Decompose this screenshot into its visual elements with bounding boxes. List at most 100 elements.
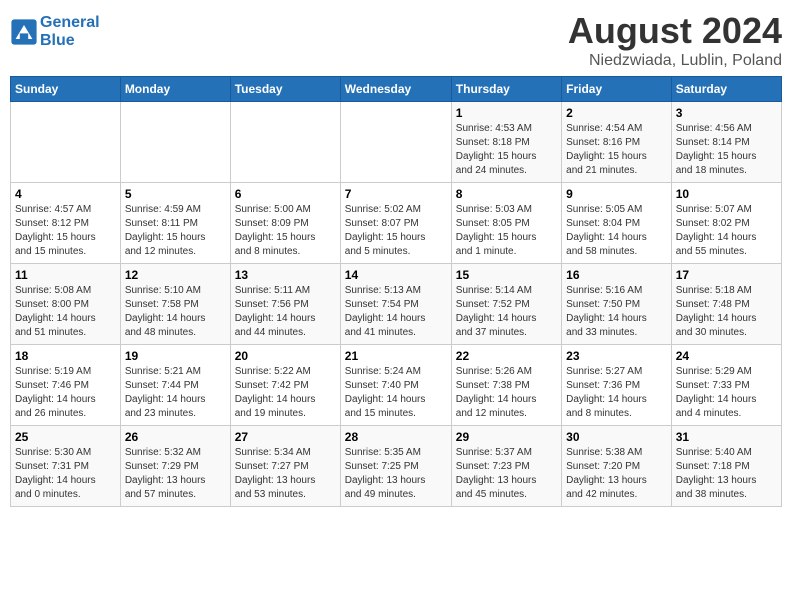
- main-title: August 2024: [568, 10, 782, 52]
- calendar-cell: 25Sunrise: 5:30 AM Sunset: 7:31 PM Dayli…: [11, 426, 121, 507]
- calendar-cell: 10 Sunrise: 5:07 AM Sunset: 8:02 PM Dayli…: [671, 183, 781, 264]
- calendar-cell: 26Sunrise: 5:32 AM Sunset: 7:29 PM Dayli…: [120, 426, 230, 507]
- day-number: 29: [456, 430, 557, 444]
- day-number: 15: [456, 268, 557, 282]
- calendar-cell: 16Sunrise: 5:16 AM Sunset: 7:50 PM Dayli…: [562, 264, 672, 345]
- day-info: Sunrise: 5:10 AM Sunset: 7:58 PM Dayligh…: [125, 284, 226, 340]
- calendar-cell: 30Sunrise: 5:38 AM Sunset: 7:20 PM Dayli…: [562, 426, 672, 507]
- header-day: Wednesday: [340, 77, 451, 102]
- calendar-week-row: 25Sunrise: 5:30 AM Sunset: 7:31 PM Dayli…: [11, 426, 782, 507]
- day-number: 6: [235, 187, 336, 201]
- calendar-cell: 4 Sunrise: 4:57 AM Sunset: 8:12 PM Daylig…: [11, 183, 121, 264]
- day-info: Sunrise: 5:18 AM Sunset: 7:48 PM Dayligh…: [676, 284, 777, 340]
- calendar-cell: 24 Sunrise: 5:29 AM Sunset: 7:33 PM Dayli…: [671, 345, 781, 426]
- day-number: 10: [676, 187, 777, 201]
- logo: General Blue: [10, 14, 100, 49]
- day-info: Sunrise: 5:19 AM Sunset: 7:46 PM Dayligh…: [15, 365, 116, 421]
- calendar-cell: [120, 102, 230, 183]
- day-number: 13: [235, 268, 336, 282]
- day-number: 23: [566, 349, 667, 363]
- day-info: Sunrise: 5:05 AM Sunset: 8:04 PM Dayligh…: [566, 203, 667, 259]
- day-number: 12: [125, 268, 226, 282]
- day-info: Sunrise: 4:54 AM Sunset: 8:16 PM Dayligh…: [566, 122, 667, 178]
- day-info: Sunrise: 5:32 AM Sunset: 7:29 PM Dayligh…: [125, 446, 226, 502]
- header-day: Sunday: [11, 77, 121, 102]
- day-info: Sunrise: 5:40 AM Sunset: 7:18 PM Dayligh…: [676, 446, 777, 502]
- calendar-cell: 17Sunrise: 5:18 AM Sunset: 7:48 PM Dayli…: [671, 264, 781, 345]
- day-number: 2: [566, 106, 667, 120]
- day-info: Sunrise: 5:30 AM Sunset: 7:31 PM Dayligh…: [15, 446, 116, 502]
- day-number: 3: [676, 106, 777, 120]
- day-info: Sunrise: 4:53 AM Sunset: 8:18 PM Dayligh…: [456, 122, 557, 178]
- day-number: 16: [566, 268, 667, 282]
- day-info: Sunrise: 5:14 AM Sunset: 7:52 PM Dayligh…: [456, 284, 557, 340]
- day-info: Sunrise: 4:56 AM Sunset: 8:14 PM Dayligh…: [676, 122, 777, 178]
- day-info: Sunrise: 5:11 AM Sunset: 7:56 PM Dayligh…: [235, 284, 336, 340]
- day-number: 4: [15, 187, 116, 201]
- calendar-table: SundayMondayTuesdayWednesdayThursdayFrid…: [10, 76, 782, 507]
- header-row: SundayMondayTuesdayWednesdayThursdayFrid…: [11, 77, 782, 102]
- day-number: 30: [566, 430, 667, 444]
- day-info: Sunrise: 5:27 AM Sunset: 7:36 PM Dayligh…: [566, 365, 667, 421]
- calendar-cell: 1 Sunrise: 4:53 AM Sunset: 8:18 PM Daylig…: [451, 102, 561, 183]
- calendar-cell: 18Sunrise: 5:19 AM Sunset: 7:46 PM Dayli…: [11, 345, 121, 426]
- calendar-cell: 14 Sunrise: 5:13 AM Sunset: 7:54 PM Dayli…: [340, 264, 451, 345]
- calendar-cell: 19 Sunrise: 5:21 AM Sunset: 7:44 PM Dayli…: [120, 345, 230, 426]
- header-day: Friday: [562, 77, 672, 102]
- day-number: 27: [235, 430, 336, 444]
- day-info: Sunrise: 5:07 AM Sunset: 8:02 PM Dayligh…: [676, 203, 777, 259]
- calendar-cell: [230, 102, 340, 183]
- day-number: 11: [15, 268, 116, 282]
- calendar-week-row: 11 Sunrise: 5:08 AM Sunset: 8:00 PM Dayli…: [11, 264, 782, 345]
- day-info: Sunrise: 5:03 AM Sunset: 8:05 PM Dayligh…: [456, 203, 557, 259]
- calendar-cell: 12 Sunrise: 5:10 AM Sunset: 7:58 PM Dayli…: [120, 264, 230, 345]
- title-area: August 2024 Niedzwiada, Lublin, Poland: [568, 10, 782, 70]
- calendar-cell: 8 Sunrise: 5:03 AM Sunset: 8:05 PM Daylig…: [451, 183, 561, 264]
- calendar-cell: 6 Sunrise: 5:00 AM Sunset: 8:09 PM Daylig…: [230, 183, 340, 264]
- day-info: Sunrise: 5:13 AM Sunset: 7:54 PM Dayligh…: [345, 284, 447, 340]
- calendar-week-row: 4 Sunrise: 4:57 AM Sunset: 8:12 PM Daylig…: [11, 183, 782, 264]
- calendar-cell: 5 Sunrise: 4:59 AM Sunset: 8:11 PM Daylig…: [120, 183, 230, 264]
- day-info: Sunrise: 5:02 AM Sunset: 8:07 PM Dayligh…: [345, 203, 447, 259]
- day-info: Sunrise: 5:37 AM Sunset: 7:23 PM Dayligh…: [456, 446, 557, 502]
- day-number: 9: [566, 187, 667, 201]
- calendar-cell: 15 Sunrise: 5:14 AM Sunset: 7:52 PM Dayli…: [451, 264, 561, 345]
- logo-icon: [10, 18, 38, 46]
- day-info: Sunrise: 5:34 AM Sunset: 7:27 PM Dayligh…: [235, 446, 336, 502]
- day-number: 1: [456, 106, 557, 120]
- header-day: Monday: [120, 77, 230, 102]
- calendar-cell: 21 Sunrise: 5:24 AM Sunset: 7:40 PM Dayli…: [340, 345, 451, 426]
- day-info: Sunrise: 5:24 AM Sunset: 7:40 PM Dayligh…: [345, 365, 447, 421]
- day-info: Sunrise: 5:35 AM Sunset: 7:25 PM Dayligh…: [345, 446, 447, 502]
- day-info: Sunrise: 5:00 AM Sunset: 8:09 PM Dayligh…: [235, 203, 336, 259]
- calendar-cell: 20Sunrise: 5:22 AM Sunset: 7:42 PM Dayli…: [230, 345, 340, 426]
- calendar-week-row: 18Sunrise: 5:19 AM Sunset: 7:46 PM Dayli…: [11, 345, 782, 426]
- calendar-cell: 11 Sunrise: 5:08 AM Sunset: 8:00 PM Dayli…: [11, 264, 121, 345]
- calendar-cell: 23 Sunrise: 5:27 AM Sunset: 7:36 PM Dayli…: [562, 345, 672, 426]
- day-number: 21: [345, 349, 447, 363]
- day-number: 22: [456, 349, 557, 363]
- day-number: 19: [125, 349, 226, 363]
- page-header: General Blue August 2024 Niedzwiada, Lub…: [10, 10, 782, 70]
- day-info: Sunrise: 5:29 AM Sunset: 7:33 PM Dayligh…: [676, 365, 777, 421]
- day-number: 24: [676, 349, 777, 363]
- day-number: 20: [235, 349, 336, 363]
- logo-line1: General: [40, 14, 100, 31]
- calendar-cell: 2 Sunrise: 4:54 AM Sunset: 8:16 PM Daylig…: [562, 102, 672, 183]
- day-info: Sunrise: 4:59 AM Sunset: 8:11 PM Dayligh…: [125, 203, 226, 259]
- day-number: 7: [345, 187, 447, 201]
- calendar-cell: [11, 102, 121, 183]
- calendar-week-row: 1 Sunrise: 4:53 AM Sunset: 8:18 PM Daylig…: [11, 102, 782, 183]
- calendar-cell: [340, 102, 451, 183]
- day-info: Sunrise: 4:57 AM Sunset: 8:12 PM Dayligh…: [15, 203, 116, 259]
- calendar-cell: 9 Sunrise: 5:05 AM Sunset: 8:04 PM Daylig…: [562, 183, 672, 264]
- header-day: Thursday: [451, 77, 561, 102]
- day-info: Sunrise: 5:08 AM Sunset: 8:00 PM Dayligh…: [15, 284, 116, 340]
- day-info: Sunrise: 5:21 AM Sunset: 7:44 PM Dayligh…: [125, 365, 226, 421]
- day-number: 28: [345, 430, 447, 444]
- day-number: 5: [125, 187, 226, 201]
- day-number: 14: [345, 268, 447, 282]
- calendar-cell: 3 Sunrise: 4:56 AM Sunset: 8:14 PM Daylig…: [671, 102, 781, 183]
- calendar-cell: 31Sunrise: 5:40 AM Sunset: 7:18 PM Dayli…: [671, 426, 781, 507]
- day-number: 8: [456, 187, 557, 201]
